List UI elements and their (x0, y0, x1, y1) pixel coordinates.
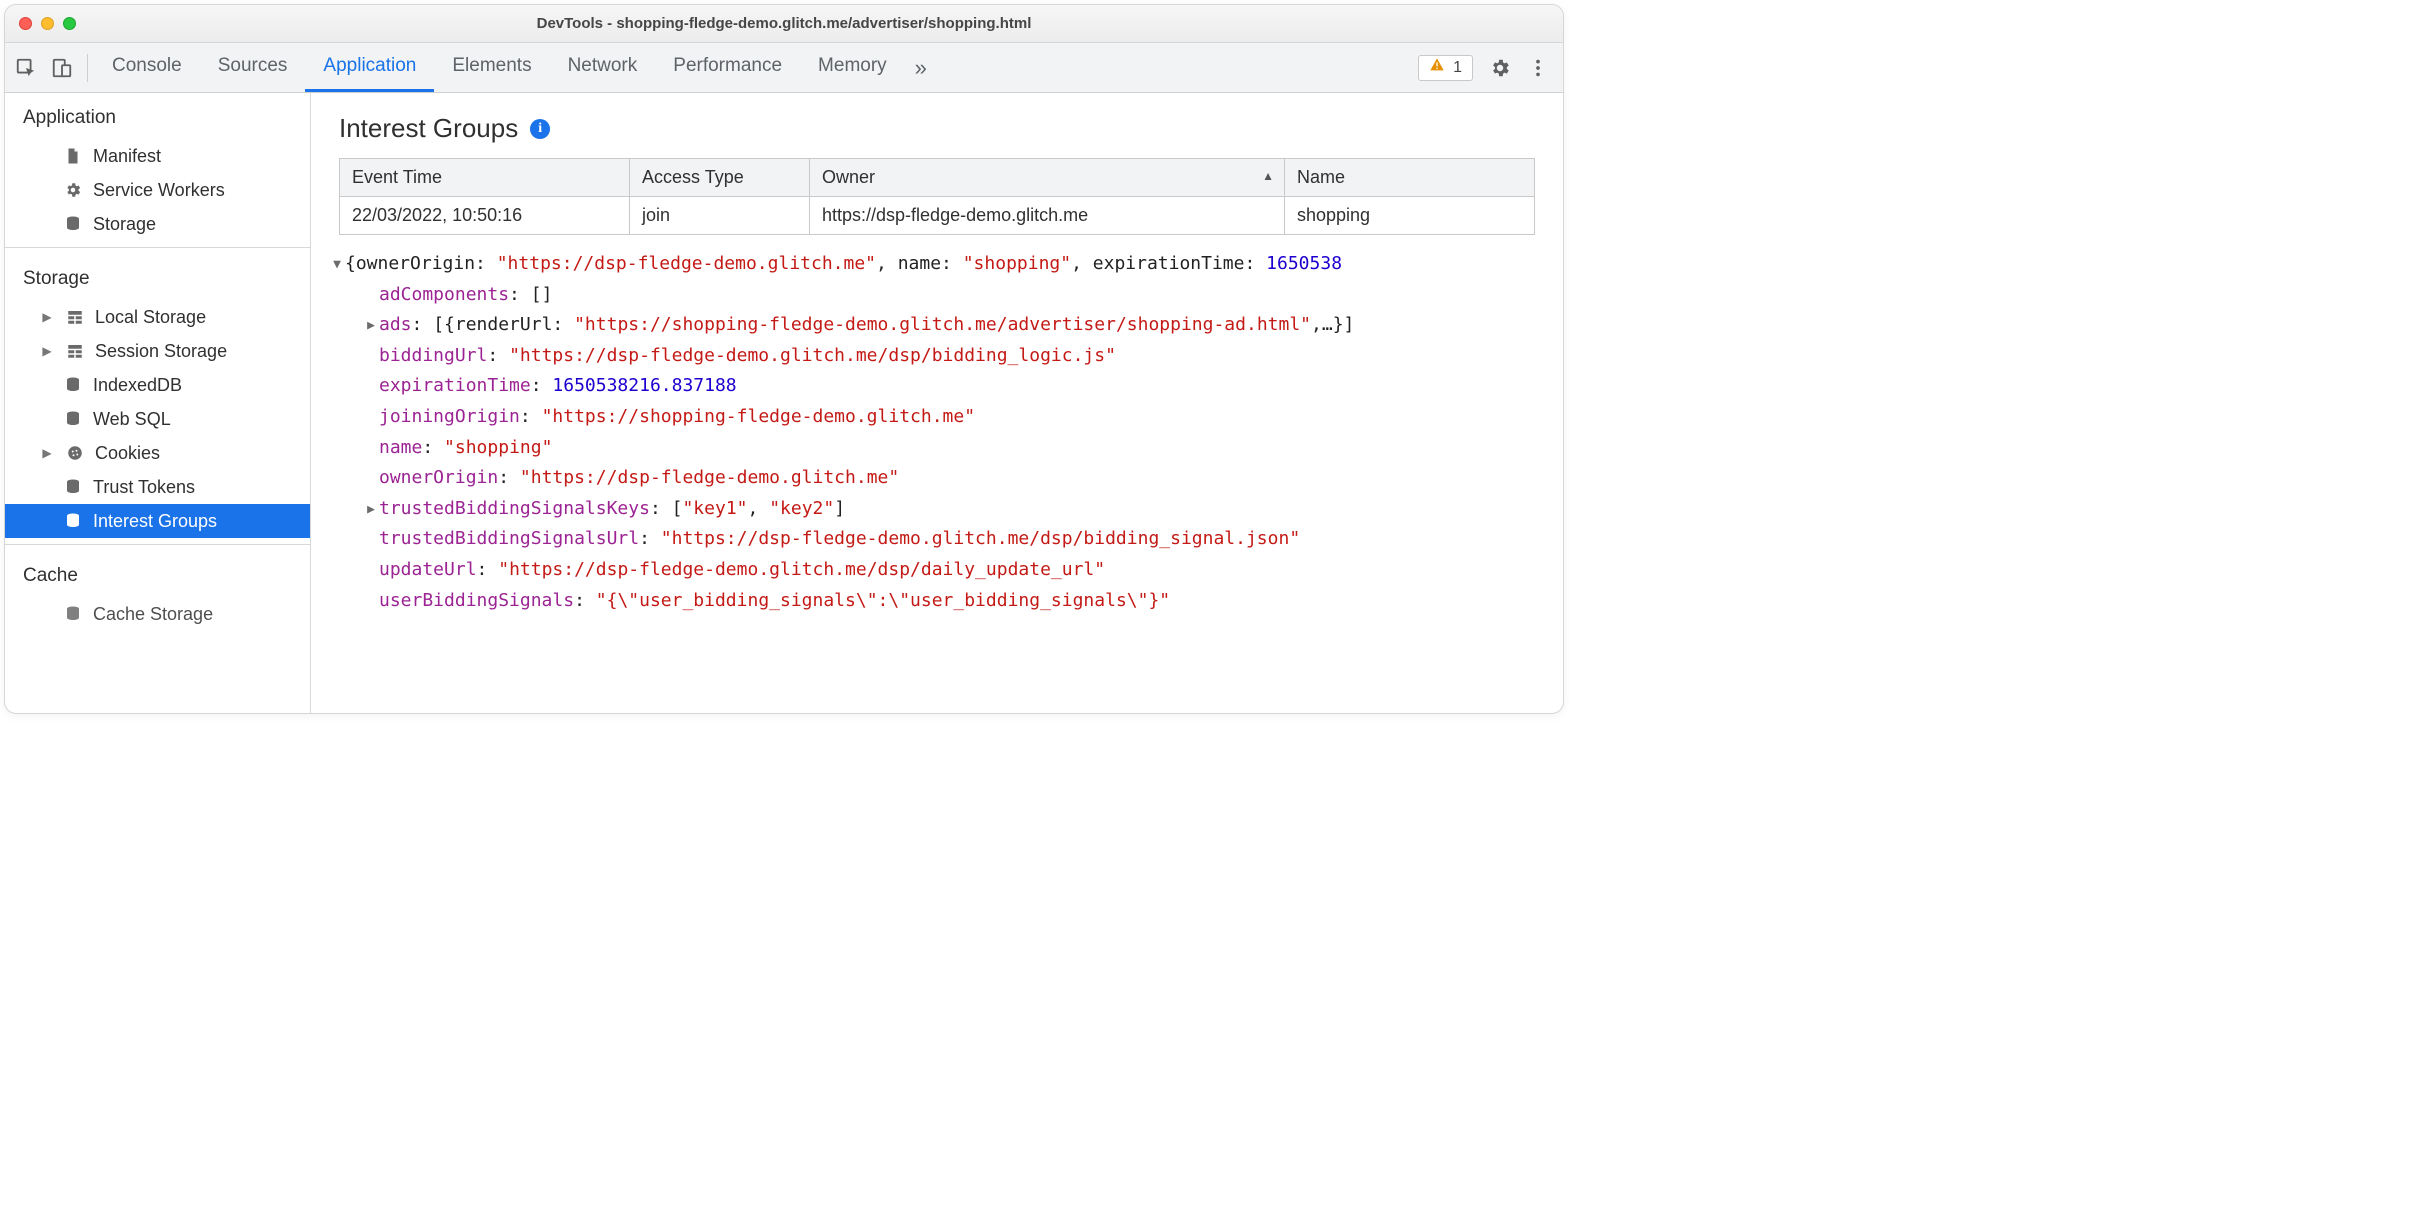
sidebar-item-trust-tokens[interactable]: Trust Tokens (5, 470, 310, 504)
sidebar-item-indexeddb[interactable]: IndexedDB (5, 368, 310, 402)
titlebar: DevTools - shopping-fledge-demo.glitch.m… (5, 5, 1563, 43)
database-icon (63, 214, 83, 234)
warning-count: 1 (1453, 59, 1462, 77)
col-name[interactable]: Name (1285, 159, 1535, 197)
sidebar-item-label: Cache Storage (93, 604, 213, 625)
sidebar-item-service-workers[interactable]: Service Workers (5, 173, 310, 207)
sidebar-item-label: Manifest (93, 146, 161, 167)
object-summary: {ownerOrigin: "https://dsp-fledge-demo.g… (345, 249, 1342, 280)
window-title: DevTools - shopping-fledge-demo.glitch.m… (5, 15, 1563, 32)
events-table: Event Time Access Type Owner▲ Name 22/03… (339, 158, 1535, 235)
toolbar-separator (87, 54, 88, 82)
sidebar-item-label: Web SQL (93, 409, 171, 430)
sidebar-item-interest-groups[interactable]: Interest Groups (5, 504, 310, 538)
database-icon (63, 604, 83, 624)
cookie-icon (65, 443, 85, 463)
cell-name: shopping (1285, 197, 1535, 235)
sidebar-item-label: Interest Groups (93, 511, 217, 532)
warning-icon (1429, 57, 1445, 78)
object-inspector[interactable]: ▼ {ownerOrigin: "https://dsp-fledge-demo… (311, 243, 1563, 630)
sidebar-item-cache-storage[interactable]: Cache Storage (5, 597, 310, 631)
grid-icon (65, 307, 85, 327)
main-panel: Interest Groups i Event Time Access Type… (311, 93, 1563, 713)
col-owner[interactable]: Owner▲ (810, 159, 1285, 197)
cell-access-type: join (630, 197, 810, 235)
sidebar-item-session-storage[interactable]: ▶ Session Storage (5, 334, 310, 368)
tab-memory[interactable]: Memory (800, 43, 905, 92)
devtools-toolbar: Console Sources Application Elements Net… (5, 43, 1563, 93)
database-icon (63, 477, 83, 497)
traffic-lights (19, 17, 76, 30)
tab-performance[interactable]: Performance (655, 43, 800, 92)
zoom-window-button[interactable] (63, 17, 76, 30)
table-row[interactable]: 22/03/2022, 10:50:16 join https://dsp-fl… (340, 197, 1535, 235)
sidebar-item-label: IndexedDB (93, 375, 182, 396)
expand-caret-icon[interactable]: ▶ (41, 344, 53, 358)
file-icon (63, 146, 83, 166)
panel-tabs: Console Sources Application Elements Net… (94, 43, 905, 92)
more-options-icon[interactable] (1527, 57, 1549, 79)
cell-owner: https://dsp-fledge-demo.glitch.me (810, 197, 1285, 235)
sidebar-section-storage: Storage (5, 254, 310, 300)
device-toolbar-icon[interactable] (51, 57, 73, 79)
sidebar-item-web-sql[interactable]: Web SQL (5, 402, 310, 436)
tab-console[interactable]: Console (94, 43, 200, 92)
tab-network[interactable]: Network (550, 43, 656, 92)
database-icon (63, 375, 83, 395)
database-icon (63, 409, 83, 429)
sidebar-section-cache: Cache (5, 551, 310, 597)
devtools-window: DevTools - shopping-fledge-demo.glitch.m… (4, 4, 1564, 714)
panel-title: Interest Groups (339, 113, 518, 144)
settings-icon[interactable] (1489, 57, 1511, 79)
sidebar-item-label: Local Storage (95, 307, 206, 328)
sidebar-item-storage[interactable]: Storage (5, 207, 310, 241)
disclosure-triangle-icon[interactable]: ▶ (363, 310, 379, 337)
overflow-tabs-button[interactable]: » (905, 43, 937, 92)
sidebar-item-label: Cookies (95, 443, 160, 464)
minimize-window-button[interactable] (41, 17, 54, 30)
col-access-type[interactable]: Access Type (630, 159, 810, 197)
col-event-time[interactable]: Event Time (340, 159, 630, 197)
expand-caret-icon[interactable]: ▶ (41, 310, 53, 324)
sidebar-item-local-storage[interactable]: ▶ Local Storage (5, 300, 310, 334)
disclosure-triangle-icon[interactable]: ▼ (329, 249, 345, 276)
inspect-element-icon[interactable] (15, 57, 37, 79)
sidebar-item-cookies[interactable]: ▶ Cookies (5, 436, 310, 470)
sidebar-item-label: Trust Tokens (93, 477, 195, 498)
application-sidebar: Application Manifest Service Workers Sto… (5, 93, 311, 713)
tab-elements[interactable]: Elements (434, 43, 549, 92)
close-window-button[interactable] (19, 17, 32, 30)
console-issues-badge[interactable]: 1 (1418, 55, 1473, 81)
disclosure-triangle-icon[interactable]: ▶ (363, 494, 379, 521)
sidebar-item-label: Storage (93, 214, 156, 235)
sidebar-item-label: Session Storage (95, 341, 227, 362)
sidebar-item-label: Service Workers (93, 180, 225, 201)
cell-event-time: 22/03/2022, 10:50:16 (340, 197, 630, 235)
grid-icon (65, 341, 85, 361)
sort-asc-icon: ▲ (1262, 169, 1274, 183)
tab-sources[interactable]: Sources (200, 43, 306, 92)
expand-caret-icon[interactable]: ▶ (41, 446, 53, 460)
info-icon[interactable]: i (530, 119, 550, 139)
sidebar-item-manifest[interactable]: Manifest (5, 139, 310, 173)
sidebar-section-application: Application (5, 93, 310, 139)
database-icon (63, 511, 83, 531)
gear-icon (63, 180, 83, 200)
tab-application[interactable]: Application (305, 43, 434, 92)
